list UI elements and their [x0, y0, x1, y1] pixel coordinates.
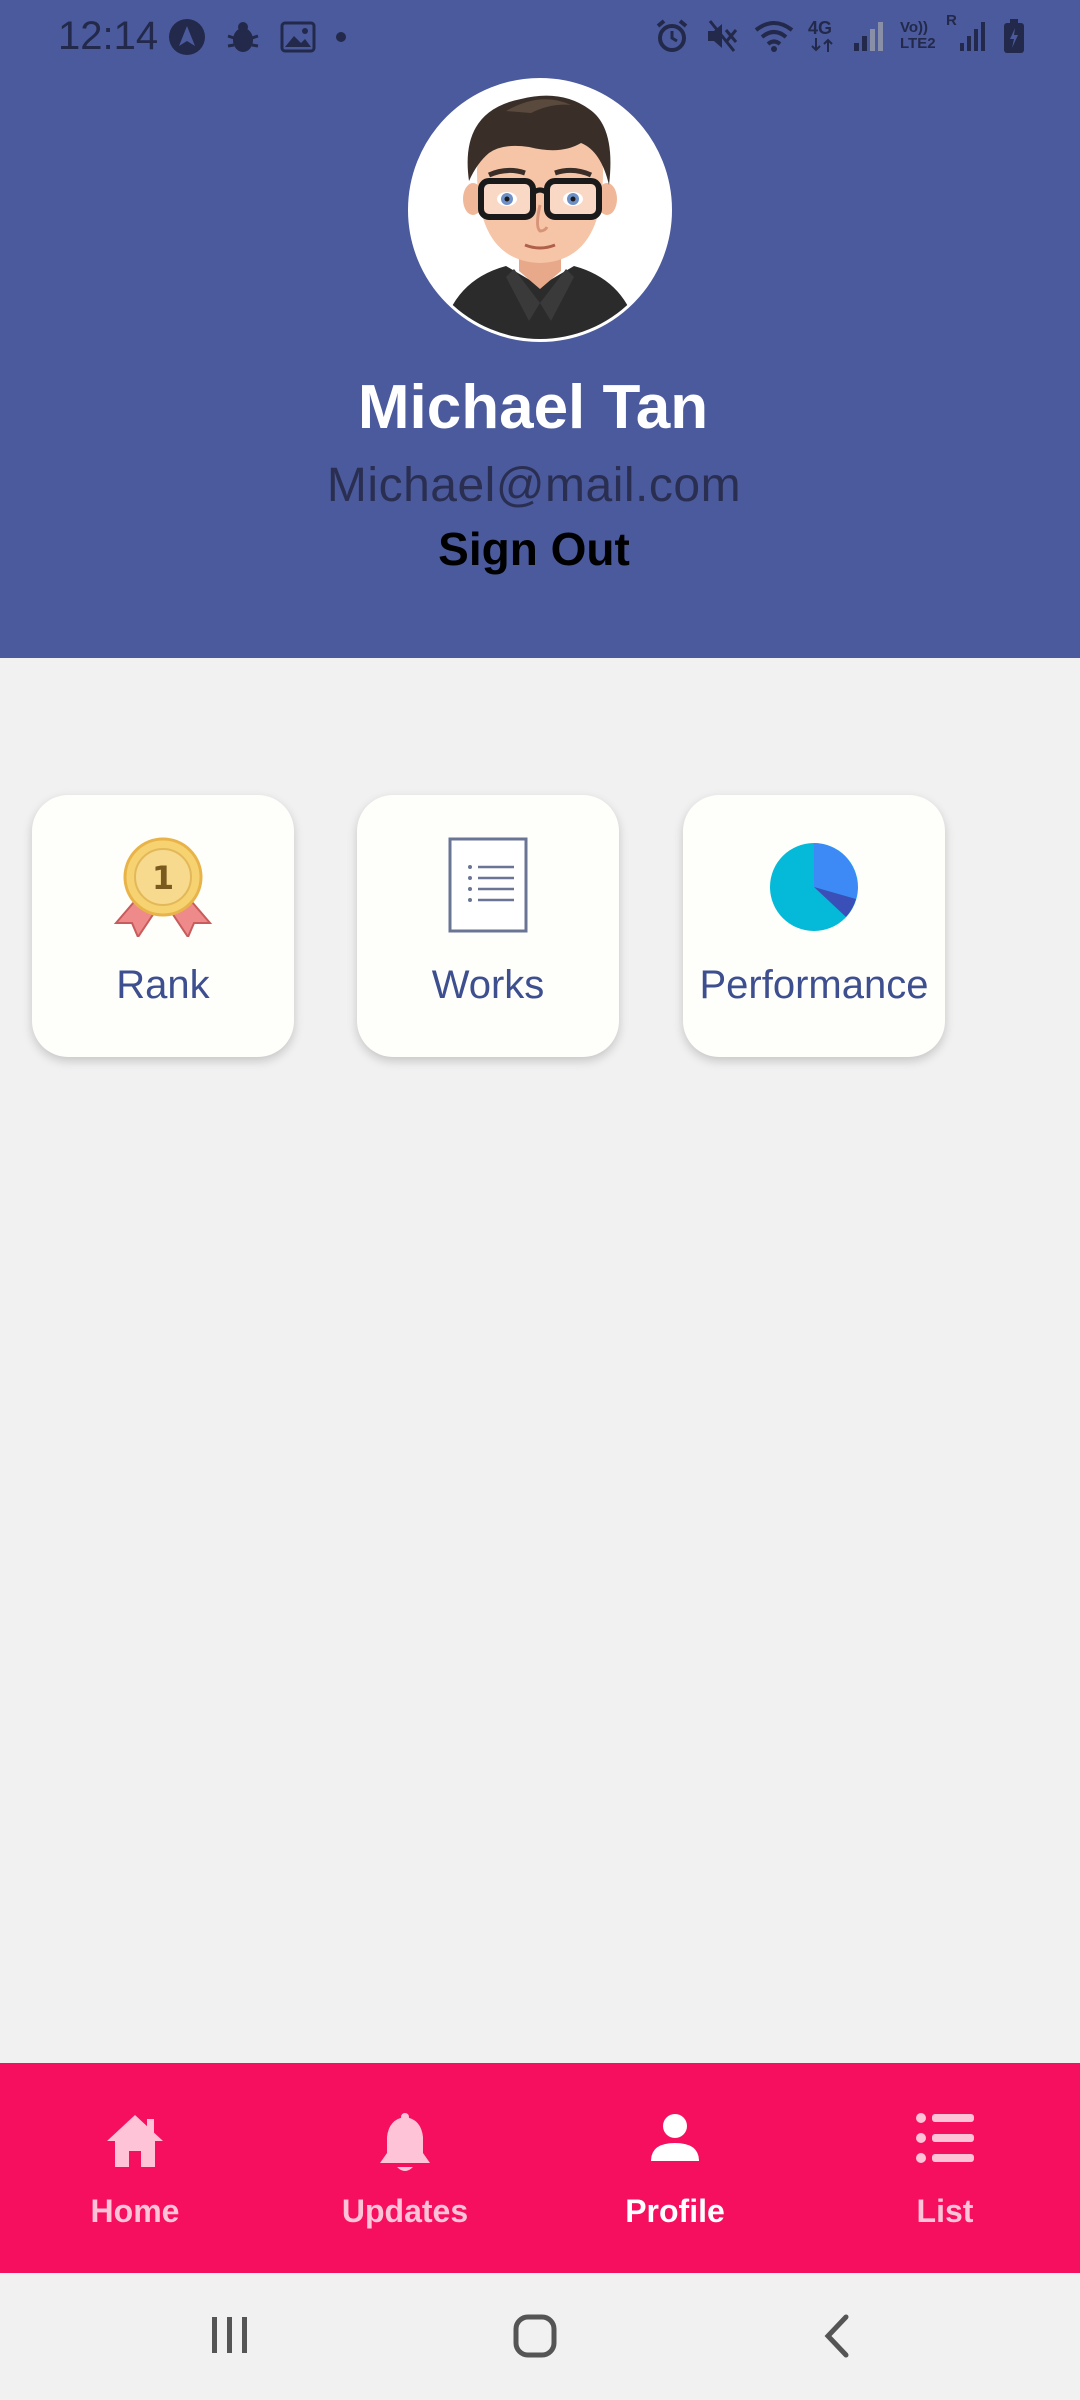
bug-icon — [224, 18, 262, 56]
nav-label-list: List — [916, 2193, 974, 2229]
home-icon — [0, 2113, 270, 2177]
nav-list[interactable]: List — [810, 2063, 1080, 2273]
alarm-icon — [654, 18, 690, 54]
nav-label-home: Home — [90, 2193, 180, 2229]
avatar-illustration — [411, 81, 669, 339]
status-left-icons — [168, 18, 348, 56]
profile-name: Michael Tan — [357, 373, 709, 442]
person-icon — [540, 2113, 810, 2177]
performance-card[interactable]: Performance — [683, 795, 945, 1057]
pie-chart-icon — [683, 837, 945, 937]
4g-icon: 4G — [808, 18, 838, 54]
bell-icon — [270, 2113, 540, 2177]
card-label-rank: Rank — [116, 963, 210, 1007]
nav-home[interactable]: Home — [0, 2063, 270, 2273]
sign-out-button[interactable]: Sign Out — [0, 522, 1068, 576]
works-card[interactable]: Works — [357, 795, 619, 1057]
document-icon — [357, 837, 619, 937]
image-icon — [280, 21, 316, 53]
card-label-performance: Performance — [699, 963, 929, 1007]
status-bar: 12:14 4G Vo)) LTE2 R — [0, 0, 1080, 78]
nav-label-profile: Profile — [625, 2193, 725, 2229]
status-right-icons: 4G Vo)) LTE2 R — [654, 12, 1026, 54]
wifi-icon — [754, 19, 794, 53]
volte-label: Vo)) LTE2 — [900, 19, 936, 52]
signal-icon — [852, 19, 886, 53]
system-navigation-bar — [0, 2273, 1080, 2400]
volte-icon: Vo)) LTE2 R — [900, 12, 957, 54]
card-label-works: Works — [431, 963, 545, 1007]
medal-number: 1 — [152, 859, 174, 897]
signal-icon — [958, 19, 988, 53]
dot-icon — [334, 30, 348, 44]
medal-icon: 1 — [32, 837, 294, 937]
list-icon — [810, 2113, 1080, 2177]
recent-apps-icon[interactable] — [208, 2313, 252, 2362]
navigation-icon — [168, 18, 206, 56]
rank-card[interactable]: 1 Rank — [32, 795, 294, 1057]
profile-email: Michael@mail.com — [326, 459, 742, 512]
nav-profile[interactable]: Profile — [540, 2063, 810, 2273]
nav-updates[interactable]: Updates — [270, 2063, 540, 2273]
nav-label-updates: Updates — [341, 2193, 469, 2229]
back-icon[interactable] — [818, 2313, 858, 2364]
mute-icon — [704, 18, 740, 54]
status-time: 12:14 — [58, 14, 159, 58]
network-label: 4G — [808, 18, 833, 38]
bottom-navigation: Home Updates Profile List — [0, 2063, 1080, 2273]
battery-icon — [1002, 18, 1026, 54]
profile-header: 12:14 4G Vo)) LTE2 R Michael Tan Michael… — [0, 0, 1080, 658]
home-circle-icon[interactable] — [512, 2313, 558, 2364]
avatar[interactable] — [408, 78, 672, 342]
roaming-label: R — [946, 12, 957, 29]
